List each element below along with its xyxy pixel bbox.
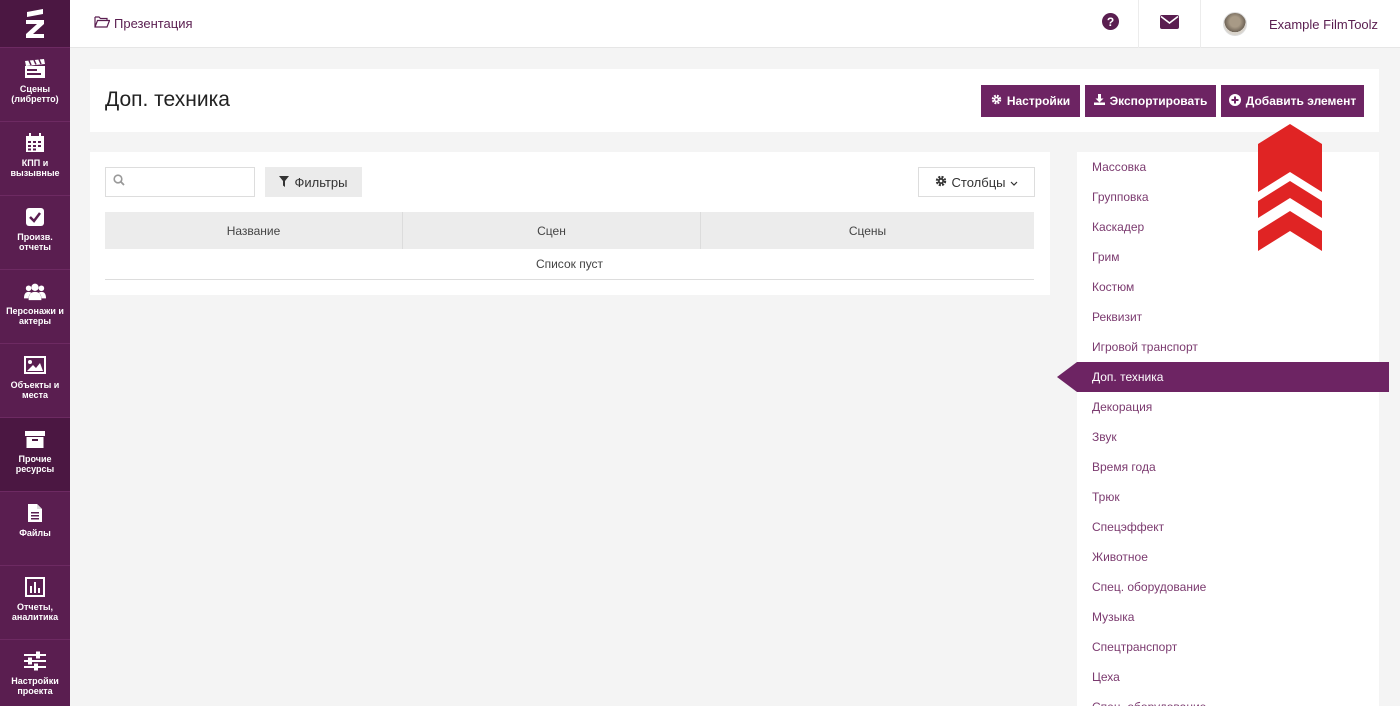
export-button[interactable]: Экспортировать bbox=[1085, 85, 1216, 117]
category-item[interactable]: Спец. оборудование bbox=[1077, 692, 1379, 706]
top-bar: Презентация ? Example FilmToolz bbox=[70, 0, 1400, 48]
sidebar-item-label: Произв. отчеты bbox=[17, 232, 53, 252]
elements-table-panel: Фильтры Столбцы Название Сцен Сцены Спис… bbox=[90, 152, 1050, 295]
red-up-arrows-icon bbox=[1258, 124, 1322, 251]
question-circle-icon: ? bbox=[1101, 13, 1119, 35]
sidebar-item-characters[interactable]: Персонажи и актеры bbox=[0, 270, 70, 344]
chevron-down-icon bbox=[1010, 175, 1018, 190]
export-button-label: Экспортировать bbox=[1109, 94, 1208, 108]
category-item[interactable]: Групповка bbox=[1077, 182, 1379, 212]
columns-button[interactable]: Столбцы bbox=[918, 167, 1035, 197]
file-icon bbox=[24, 502, 46, 524]
category-item[interactable]: Спец. оборудование bbox=[1077, 572, 1379, 602]
sidebar-item-other-resources[interactable]: Прочие ресурсы bbox=[0, 418, 70, 492]
film-toolz-logo-icon bbox=[26, 8, 44, 38]
table-header: Название Сцен Сцены bbox=[105, 212, 1034, 249]
category-item[interactable]: Цеха bbox=[1077, 662, 1379, 692]
people-icon bbox=[24, 280, 46, 302]
gear-icon bbox=[991, 94, 1002, 108]
envelope-icon bbox=[1160, 14, 1179, 34]
sidebar-item-label: Файлы bbox=[19, 528, 51, 538]
sidebar-item-label: Сцены (либретто) bbox=[11, 84, 59, 104]
sidebar-item-call-sheets[interactable]: КПП и вызывные bbox=[0, 122, 70, 196]
user-name: Example FilmToolz bbox=[1268, 16, 1379, 32]
sidebar-item-locations[interactable]: Объекты и места bbox=[0, 344, 70, 418]
filters-button[interactable]: Фильтры bbox=[265, 167, 362, 197]
sidebar-item-reports[interactable]: Произв. отчеты bbox=[0, 196, 70, 270]
category-item[interactable]: Спецэффект bbox=[1077, 512, 1379, 542]
download-icon bbox=[1093, 94, 1105, 108]
svg-text:?: ? bbox=[1106, 15, 1113, 29]
category-item[interactable]: Звук bbox=[1077, 422, 1379, 452]
category-list: Массовка Групповка Каскадер Грим Костюм … bbox=[1057, 152, 1389, 706]
column-header-name[interactable]: Название bbox=[105, 212, 403, 249]
category-item[interactable]: Музыка bbox=[1077, 602, 1379, 632]
category-item[interactable]: Грим bbox=[1077, 242, 1379, 272]
add-element-button-label: Добавить элемент bbox=[1245, 94, 1357, 108]
sidebar-item-analytics[interactable]: Отчеты, аналитика bbox=[0, 566, 70, 640]
clapperboard-icon bbox=[24, 58, 46, 80]
category-item[interactable]: Декорация bbox=[1077, 392, 1379, 422]
category-item[interactable]: Реквизит bbox=[1077, 302, 1379, 332]
filters-button-label: Фильтры bbox=[294, 174, 348, 190]
help-button[interactable]: ? bbox=[1080, 0, 1140, 48]
search-icon bbox=[113, 173, 125, 191]
user-menu[interactable]: Example FilmToolz bbox=[1200, 0, 1400, 48]
gear-icon bbox=[935, 175, 947, 190]
search-input[interactable] bbox=[129, 175, 247, 189]
avatar bbox=[1222, 12, 1247, 36]
category-item-active[interactable]: Доп. техника bbox=[1057, 362, 1389, 392]
sidebar-item-label: Объекты и места bbox=[10, 380, 60, 400]
category-item[interactable]: Костюм bbox=[1077, 272, 1379, 302]
sidebar-item-label: Настройки проекта bbox=[11, 676, 59, 696]
breadcrumb-label: Презентация bbox=[114, 15, 193, 31]
app-logo[interactable] bbox=[0, 0, 70, 48]
sidebar-item-files[interactable]: Файлы bbox=[0, 492, 70, 566]
sidebar-item-label: Прочие ресурсы bbox=[15, 454, 55, 474]
messages-button[interactable] bbox=[1138, 0, 1200, 48]
category-item[interactable]: Время года bbox=[1077, 452, 1379, 482]
column-header-scenes[interactable]: Сцены bbox=[701, 212, 1034, 249]
column-header-scene-count[interactable]: Сцен bbox=[403, 212, 701, 249]
sidebar-item-label: Отчеты, аналитика bbox=[11, 602, 59, 622]
settings-button-label: Настройки bbox=[1006, 94, 1071, 108]
settings-button[interactable]: Настройки bbox=[981, 85, 1080, 117]
sidebar: Сцены (либретто) КПП и вызывные Произв. … bbox=[0, 0, 70, 706]
breadcrumb[interactable]: Презентация bbox=[94, 15, 193, 31]
category-item[interactable]: Массовка bbox=[1077, 152, 1379, 182]
filter-icon bbox=[279, 175, 290, 190]
calendar-icon bbox=[24, 132, 46, 154]
plus-circle-icon bbox=[1228, 93, 1241, 109]
columns-button-label: Столбцы bbox=[951, 174, 1006, 190]
search-box bbox=[105, 167, 255, 197]
sidebar-item-project-settings[interactable]: Настройки проекта bbox=[0, 640, 70, 706]
folder-open-icon bbox=[94, 15, 111, 31]
sidebar-item-label: КПП и вызывные bbox=[10, 158, 60, 178]
checkbox-icon bbox=[24, 206, 46, 228]
category-item[interactable]: Игровой транспорт bbox=[1077, 332, 1379, 362]
archive-icon bbox=[24, 428, 46, 450]
bar-chart-icon bbox=[24, 576, 46, 598]
sidebar-item-label: Персонажи и актеры bbox=[6, 306, 64, 326]
category-item[interactable]: Животное bbox=[1077, 542, 1379, 572]
add-element-button[interactable]: Добавить элемент bbox=[1221, 85, 1364, 117]
category-item[interactable]: Трюк bbox=[1077, 482, 1379, 512]
category-item[interactable]: Спецтранспорт bbox=[1077, 632, 1379, 662]
sidebar-item-scenes[interactable]: Сцены (либретто) bbox=[0, 48, 70, 122]
empty-list-message: Список пуст bbox=[105, 249, 1034, 280]
image-icon bbox=[24, 354, 46, 376]
page-title: Доп. техника bbox=[105, 88, 230, 111]
page-header: Доп. техника Настройки Экспортировать До… bbox=[90, 69, 1379, 132]
sliders-icon bbox=[24, 650, 46, 672]
category-item[interactable]: Каскадер bbox=[1077, 212, 1379, 242]
